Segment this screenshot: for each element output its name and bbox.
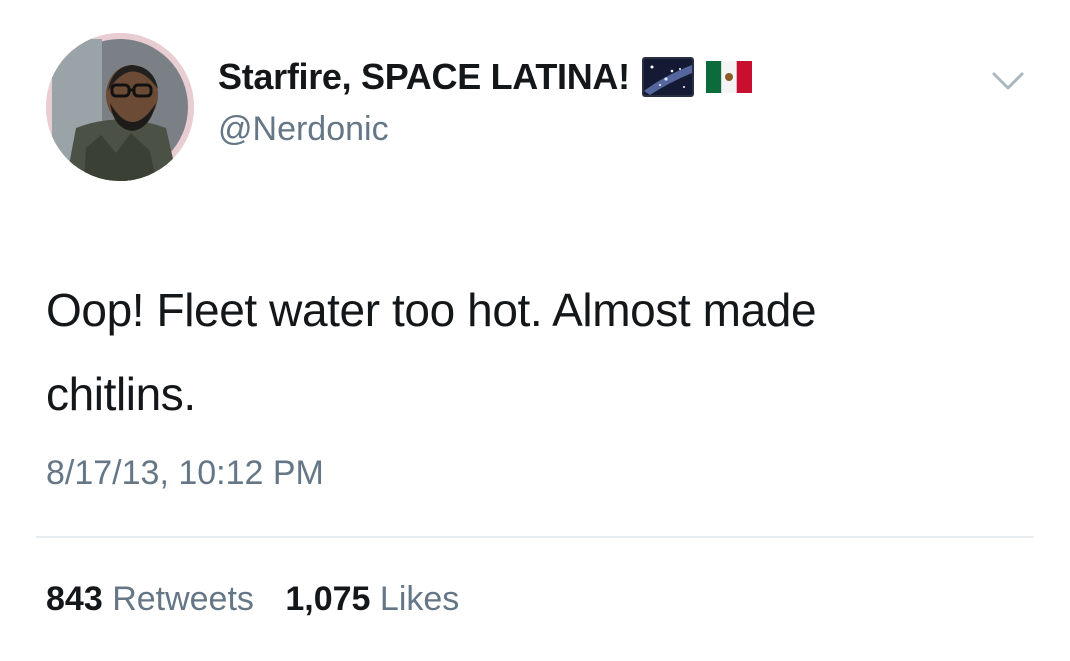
author-handle[interactable]: @Nerdonic	[218, 110, 389, 149]
tweet-text-line: Oop! Fleet water too hot. Almost made	[46, 284, 817, 336]
likes-count: 1,075	[285, 580, 371, 618]
milky-way-emoji-icon	[641, 57, 694, 97]
retweets-label: Retweets	[112, 580, 254, 618]
author-name-row[interactable]: Starfire, SPACE LATINA!	[218, 56, 752, 98]
chevron-down-icon[interactable]	[990, 68, 1026, 94]
likes-stat[interactable]: 1,075 Likes	[285, 580, 459, 619]
divider	[36, 536, 1034, 538]
tweet-text-line: chitlins.	[46, 368, 196, 420]
author-name[interactable]: Starfire, SPACE LATINA!	[218, 56, 630, 98]
likes-label: Likes	[379, 580, 460, 618]
name-emojis	[641, 57, 752, 97]
retweets-stat[interactable]: 843 Retweets	[46, 580, 254, 619]
tweet-timestamp[interactable]: 8/17/13, 10:12 PM	[46, 454, 324, 493]
tweet-card: Starfire, SPACE LATINA! @Nerdonic Oop! F…	[0, 0, 1070, 661]
retweets-count: 843	[46, 580, 103, 618]
mexico-flag-emoji-icon	[705, 61, 752, 93]
tweet-text: Oop! Fleet water too hot. Almost made ch…	[46, 268, 1046, 436]
tweet-stats: 843 Retweets 1,075 Likes	[46, 580, 481, 619]
avatar[interactable]	[46, 33, 194, 181]
profile-photo-icon	[46, 33, 194, 181]
